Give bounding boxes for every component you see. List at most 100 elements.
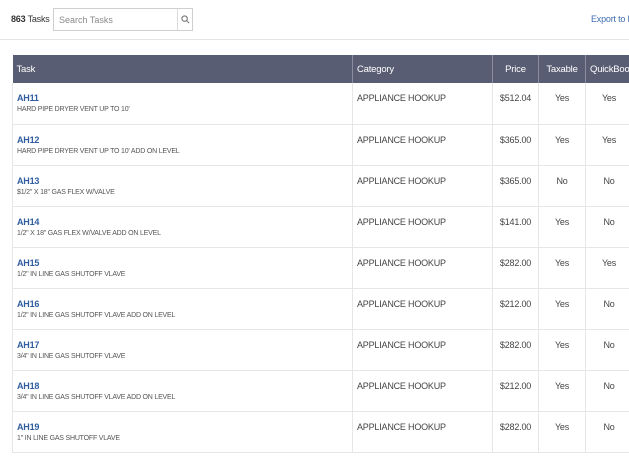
task-cell: AH16 1/2" IN LINE GAS SHUTOFF VLAVE ADD O…	[12, 288, 353, 330]
taxable-cell: Yes	[538, 124, 586, 166]
price-value: $282.00	[499, 339, 532, 350]
search-icon	[180, 15, 189, 24]
task-description: 1/2" IN LINE GAS SHUTOFF VLAVE ADD ON LE…	[17, 311, 176, 319]
table-row[interactable]: AH12 HARD PIPE DRYER VENT UP TO 10' ADD O…	[12, 124, 629, 166]
price-value: $282.00	[499, 257, 532, 268]
quickbooks-cell: No	[585, 411, 629, 453]
category-value: APPLIANCE HOOKUP	[357, 216, 446, 227]
table-row[interactable]: AH16 1/2" IN LINE GAS SHUTOFF VLAVE ADD O…	[12, 288, 629, 330]
category-cell: APPLIANCE HOOKUP	[352, 329, 493, 371]
task-cell: AH14 1/2" X 18" GAS FLEX W/VALVE ADD ON L…	[12, 206, 353, 248]
task-code-link[interactable]: AH14	[17, 217, 348, 227]
task-description: HARD PIPE DRYER VENT UP TO 10'	[17, 106, 130, 113]
task-description: 1/2" IN LINE GAS SHUTOFF VLAVE	[17, 270, 126, 278]
taxable-cell: Yes	[538, 83, 586, 125]
category-value: APPLIANCE HOOKUP	[357, 93, 446, 103]
table-row[interactable]: AH13 $1/2" X 18" GAS FLEX W/VALVE APPLIANC…	[12, 165, 629, 207]
quickbooks-cell: No	[585, 206, 629, 248]
category-cell: APPLIANCE HOOKUP	[352, 83, 493, 125]
quickbooks-value: No	[603, 421, 615, 432]
price-value: $282.00	[499, 421, 532, 432]
task-description: $1/2" X 18" GAS FLEX W/VALVE	[17, 188, 115, 196]
task-description: 1/2" X 18" GAS FLEX W/VALVE ADD ON LEVEL	[17, 229, 161, 237]
price-cell: $141.00	[492, 206, 539, 248]
quickbooks-value: Yes	[601, 257, 617, 268]
price-cell: $282.00	[492, 247, 539, 289]
task-cell: AH11 HARD PIPE DRYER VENT UP TO 10'	[12, 83, 353, 125]
task-code-link[interactable]: AH19	[17, 422, 348, 432]
category-value: APPLIANCE HOOKUP	[357, 421, 446, 432]
taxable-value: Yes	[554, 216, 570, 227]
category-value: APPLIANCE HOOKUP	[357, 380, 446, 391]
column-header-taxable[interactable]: Taxable	[538, 55, 586, 83]
taxable-value: Yes	[554, 339, 570, 350]
quickbooks-cell: No	[585, 370, 629, 412]
task-code-link[interactable]: AH17	[17, 340, 348, 350]
category-cell: APPLIANCE HOOKUP	[352, 124, 493, 166]
category-cell: APPLIANCE HOOKUP	[352, 288, 493, 330]
price-value: $141.00	[499, 216, 532, 227]
category-cell: APPLIANCE HOOKUP	[352, 370, 493, 412]
price-value: $365.00	[499, 175, 532, 186]
quickbooks-cell: Yes	[585, 247, 629, 289]
quickbooks-cell: Yes	[585, 124, 629, 166]
search-button[interactable]	[177, 9, 192, 30]
quickbooks-value: No	[603, 339, 615, 350]
category-value: APPLIANCE HOOKUP	[357, 339, 446, 350]
table-row[interactable]: AH14 1/2" X 18" GAS FLEX W/VALVE ADD ON L…	[12, 206, 629, 248]
table-row[interactable]: AH17 3/4" IN LINE GAS SHUTOFF VLAVE APPLIA…	[12, 329, 629, 371]
price-cell: $512.04	[492, 83, 539, 125]
quickbooks-value: No	[603, 175, 615, 186]
column-header-price[interactable]: Price	[492, 55, 539, 83]
taxable-cell: Yes	[538, 206, 586, 248]
category-value: APPLIANCE HOOKUP	[357, 134, 446, 145]
table-row[interactable]: AH19 1" IN LINE GAS SHUTOFF VLAVE APPLIANC…	[12, 411, 629, 453]
table-row[interactable]: AH15 1/2" IN LINE GAS SHUTOFF VLAVE APPLIA…	[12, 247, 629, 289]
task-cell: AH18 3/4" IN LINE GAS SHUTOFF VLAVE ADD O…	[12, 370, 353, 412]
category-cell: APPLIANCE HOOKUP	[352, 165, 493, 207]
taxable-value: Yes	[554, 421, 570, 432]
task-code-link[interactable]: AH11	[17, 93, 348, 103]
task-code-link[interactable]: AH16	[17, 299, 348, 309]
taxable-value: Yes	[554, 257, 570, 268]
quickbooks-cell: No	[585, 329, 629, 371]
price-value: $212.00	[499, 380, 532, 391]
taxable-value: No	[556, 175, 568, 186]
price-cell: $282.00	[492, 411, 539, 453]
taxable-cell: No	[538, 165, 586, 207]
tasks-table: Task Category Price Taxable QuickBooks A…	[12, 55, 629, 453]
search-box	[53, 8, 193, 31]
category-cell: APPLIANCE HOOKUP	[352, 411, 493, 453]
quickbooks-cell: Yes	[585, 83, 629, 125]
quickbooks-cell: No	[585, 165, 629, 207]
category-value: APPLIANCE HOOKUP	[357, 175, 446, 186]
task-code-link[interactable]: AH15	[17, 258, 348, 268]
taxable-cell: Yes	[538, 247, 586, 289]
task-cell: AH15 1/2" IN LINE GAS SHUTOFF VLAVE	[12, 247, 353, 289]
category-value: APPLIANCE HOOKUP	[357, 298, 446, 309]
column-header-task[interactable]: Task	[12, 55, 353, 83]
search-input[interactable]	[59, 12, 175, 27]
taxable-value: Yes	[554, 380, 570, 391]
price-value: $512.04	[499, 93, 532, 103]
task-code-link[interactable]: AH12	[17, 135, 348, 145]
quickbooks-value: No	[603, 216, 615, 227]
price-cell: $365.00	[492, 165, 539, 207]
taxable-cell: Yes	[538, 411, 586, 453]
taxable-cell: Yes	[538, 370, 586, 412]
task-cell: AH12 HARD PIPE DRYER VENT UP TO 10' ADD O…	[12, 124, 353, 166]
taxable-value: Yes	[554, 93, 570, 103]
column-header-quickbooks[interactable]: QuickBooks	[585, 55, 629, 83]
table-row[interactable]: AH18 3/4" IN LINE GAS SHUTOFF VLAVE ADD O…	[12, 370, 629, 412]
column-header-category[interactable]: Category	[352, 55, 493, 83]
price-cell: $282.00	[492, 329, 539, 371]
export-link[interactable]: Export to Exc	[591, 14, 629, 24]
task-count: 863 Tasks	[11, 14, 50, 24]
table-row[interactable]: AH11 HARD PIPE DRYER VENT UP TO 10' APPLIA…	[12, 83, 629, 125]
quickbooks-value: No	[603, 298, 615, 309]
task-code-link[interactable]: AH13	[17, 176, 348, 186]
task-code-link[interactable]: AH18	[17, 381, 348, 391]
task-description: HARD PIPE DRYER VENT UP TO 10' ADD ON LE…	[17, 147, 180, 155]
quickbooks-cell: No	[585, 288, 629, 330]
task-cell: AH13 $1/2" X 18" GAS FLEX W/VALVE	[12, 165, 353, 207]
